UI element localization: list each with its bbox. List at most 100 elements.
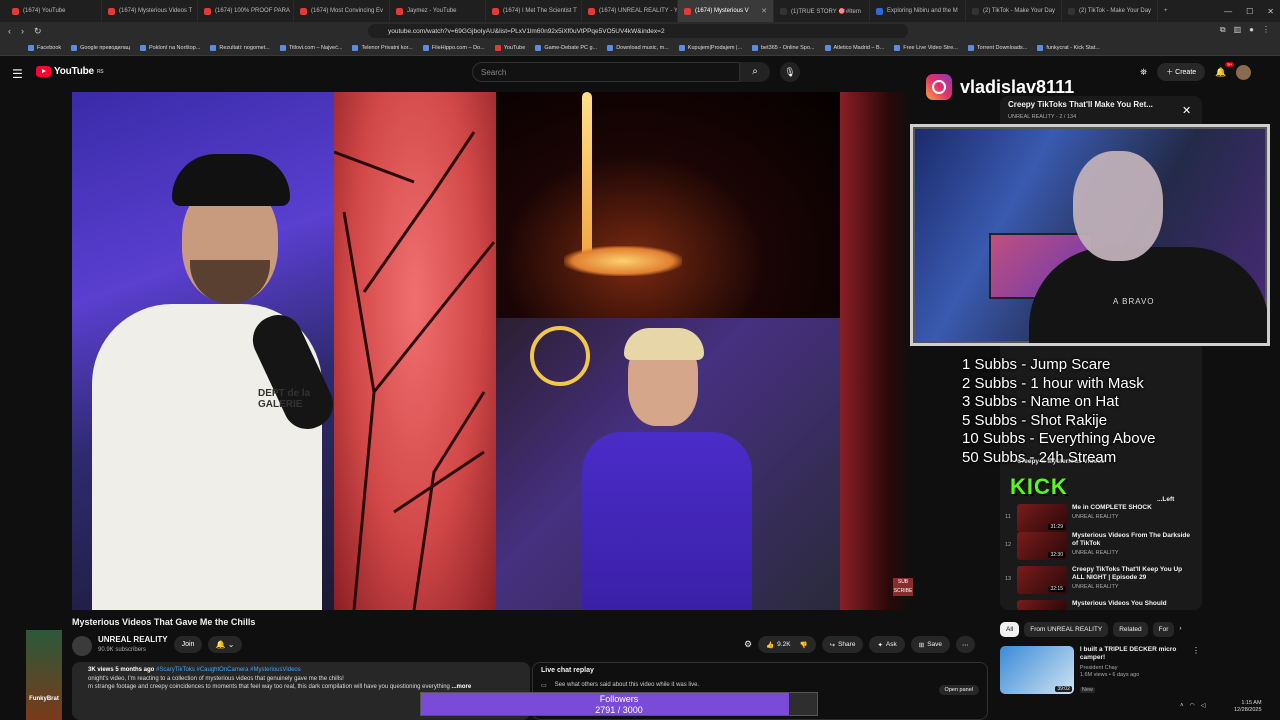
bookmark[interactable]: Torrent Downloads... <box>967 44 1027 51</box>
close-window-icon[interactable]: ✕ <box>1267 7 1274 16</box>
bookmark[interactable]: FileHippo.com – Do... <box>422 44 485 51</box>
system-tray: ˄ ◠ ◁ <box>1180 702 1206 710</box>
forward-icon[interactable]: › <box>21 26 24 37</box>
share-button[interactable]: ↪ Share <box>821 636 864 653</box>
youtube-logo[interactable]: YouTube RS <box>36 66 104 77</box>
bookmark-icon <box>607 44 614 51</box>
create-button[interactable]: ＋ Create <box>1157 63 1206 81</box>
subscription-bell-button[interactable]: 🔔 ⌄ <box>208 636 242 653</box>
sidebar-icon[interactable]: ▥ <box>1234 25 1242 35</box>
channel-avatar[interactable] <box>72 636 92 656</box>
browser-tab[interactable]: (1674) Most Convincing Ev <box>294 0 390 22</box>
search-input[interactable]: Search <box>472 62 740 82</box>
user-avatar[interactable] <box>1236 64 1252 80</box>
youtube-favicon-icon <box>12 7 19 15</box>
video-ambient-glow <box>840 92 910 610</box>
bookmark-icon <box>894 44 901 51</box>
menu-dots-icon[interactable]: ⋮ <box>1262 25 1270 35</box>
sub-goal: 2 Subbs - 1 hour with Mask <box>962 374 1144 392</box>
like-button[interactable]: 👍 9.2K 👎 <box>758 636 816 653</box>
url-field[interactable]: youtube.com/watch?v=69GGjboIyAU&list=PLx… <box>368 24 908 38</box>
bookmark[interactable]: Poklonī na Norštop... <box>140 44 200 51</box>
subscriber-count: 90.9K subscribers <box>98 647 147 653</box>
browser-tab[interactable]: (1)TRUE STORY 🎯#Item <box>774 0 870 22</box>
youtube-favicon-icon <box>684 7 691 15</box>
chip-related[interactable]: Related <box>1113 622 1148 637</box>
notifications-bell-icon[interactable]: 🔔 9+ <box>1215 61 1235 78</box>
molten-stream <box>582 92 592 262</box>
playlist-item[interactable]: 12 32:30 Mysterious Videos From The Dark… <box>1004 532 1196 564</box>
playlist-item[interactable]: 13 32:15 Creepy TikToks That'll Keep You… <box>1004 566 1196 598</box>
thumbs-down-icon[interactable]: 👎 <box>800 641 808 649</box>
bookmark[interactable]: Rezultati: nogomet... <box>210 44 270 51</box>
ask-button[interactable]: ✦ Ask <box>869 636 905 653</box>
video-thumbnail: 39:02 <box>1000 646 1074 694</box>
more-actions-button[interactable]: ⋯ <box>956 636 975 653</box>
close-icon[interactable]: ✕ <box>1182 104 1191 117</box>
share-icon: ↪ <box>829 641 836 649</box>
youtube-favicon-icon <box>396 7 403 15</box>
save-button[interactable]: ⊞ Save <box>910 636 951 653</box>
wifi-icon[interactable]: ◠ <box>1190 702 1195 709</box>
bookmark-icon <box>140 44 147 51</box>
tree-branches <box>333 131 496 610</box>
header-actions: ⛯ ＋ Create 🔔 9+ <box>1140 61 1252 81</box>
chip-from-channel[interactable]: From UNREAL REALITY <box>1024 622 1109 637</box>
subscribe-watermark[interactable]: SUB SCRIBE <box>893 578 913 596</box>
playlist-title[interactable]: Creepy TikToks That'll Make You Ret... <box>1008 100 1178 109</box>
thumbs-up-icon: 👍 <box>766 641 775 649</box>
open-panel-button[interactable]: Open panel <box>938 685 979 695</box>
browser-tab[interactable]: Jaymez - YouTube <box>390 0 486 22</box>
bookmark[interactable]: YouTube <box>494 44 525 51</box>
bookmark[interactable]: Google преводилац <box>71 44 130 51</box>
extensions-icon[interactable]: ⧉ <box>1220 25 1226 35</box>
streamer-webcam: A BRAVO <box>910 124 1270 346</box>
back-icon[interactable]: ‹ <box>8 26 11 37</box>
bookmark[interactable]: Game-Debate PC g... <box>535 44 597 51</box>
chevron-up-icon[interactable]: ˄ <box>1180 703 1184 709</box>
chip-for-you[interactable]: For <box>1152 622 1175 637</box>
gear-icon[interactable]: ⚙ <box>744 639 752 650</box>
close-tab-icon[interactable]: ✕ <box>761 7 767 15</box>
new-tab-button[interactable]: + <box>1158 0 1178 22</box>
bookmark[interactable]: Facebook <box>28 44 61 51</box>
bookmark[interactable]: bet365 - Online Spo... <box>752 44 815 51</box>
browser-tab[interactable]: (1674) Mysterious Videos T <box>102 0 198 22</box>
bookmark[interactable]: Titlovi.com – Najveć... <box>279 44 342 51</box>
volume-icon[interactable]: ◁ <box>1201 702 1206 709</box>
more-options-icon[interactable]: ⋮ <box>1192 646 1200 696</box>
browser-tab[interactable]: (2) TikTok - Make Your Day <box>1062 0 1158 22</box>
bookmark[interactable]: Atletico Madrid – B... <box>824 44 884 51</box>
browser-tab-active[interactable]: (1674) Mysterious V ✕ <box>678 0 774 22</box>
chip-all[interactable]: All <box>1000 622 1020 637</box>
browser-tab[interactable]: (1674) UNREAL REALITY - Y <box>582 0 678 22</box>
maximize-icon[interactable]: ☐ <box>1246 7 1253 16</box>
profile-icon[interactable]: ● <box>1249 25 1254 35</box>
chevron-right-icon[interactable]: › <box>1179 622 1181 637</box>
join-button[interactable]: Join <box>174 636 202 653</box>
shirt-print: DEPT de la GALERIE <box>258 388 311 410</box>
hamburger-menu-icon[interactable]: ☰ <box>12 67 23 81</box>
search-button[interactable]: ⌕ <box>740 62 770 82</box>
tiktok-favicon-icon <box>972 7 979 15</box>
browser-tab[interactable]: Exploring Nibiru and the M <box>870 0 966 22</box>
bookmark[interactable]: Telenor Privatni kor... <box>352 44 413 51</box>
reload-icon[interactable]: ↻ <box>34 26 42 37</box>
browser-tab[interactable]: (1674) YouTube <box>6 0 102 22</box>
cast-icon[interactable]: ⛯ <box>1140 67 1147 78</box>
neon-globe-sign <box>530 326 590 386</box>
browser-tab[interactable]: (2) TikTok - Make Your Day <box>966 0 1062 22</box>
voice-search-icon[interactable]: 🎙 <box>780 62 800 82</box>
system-clock[interactable]: 1:15 AM 12/28/2025 <box>1234 700 1262 714</box>
bookmark[interactable]: funkycrat - Kick Stat... <box>1037 44 1100 51</box>
browser-tab[interactable]: (1674) 100% PROOF PARA <box>198 0 294 22</box>
video-player[interactable]: DEPT de la GALERIE <box>72 92 840 610</box>
bookmark[interactable]: Kupujem|Prodajem |... <box>678 44 742 51</box>
bookmark[interactable]: Download music, m... <box>607 44 669 51</box>
playlist-item[interactable]: 14 Mysterious Videos You Should <box>1004 600 1196 610</box>
bookmark[interactable]: Free Live Video Stre... <box>894 44 958 51</box>
browser-tab[interactable]: (1674) I Met The Scientist T <box>486 0 582 22</box>
recommended-video[interactable]: 39:02 I built a TRIPLE DECKER micro camp… <box>1000 646 1200 696</box>
channel-name[interactable]: UNREAL REALITY <box>98 635 168 644</box>
minimize-icon[interactable]: — <box>1224 7 1232 16</box>
